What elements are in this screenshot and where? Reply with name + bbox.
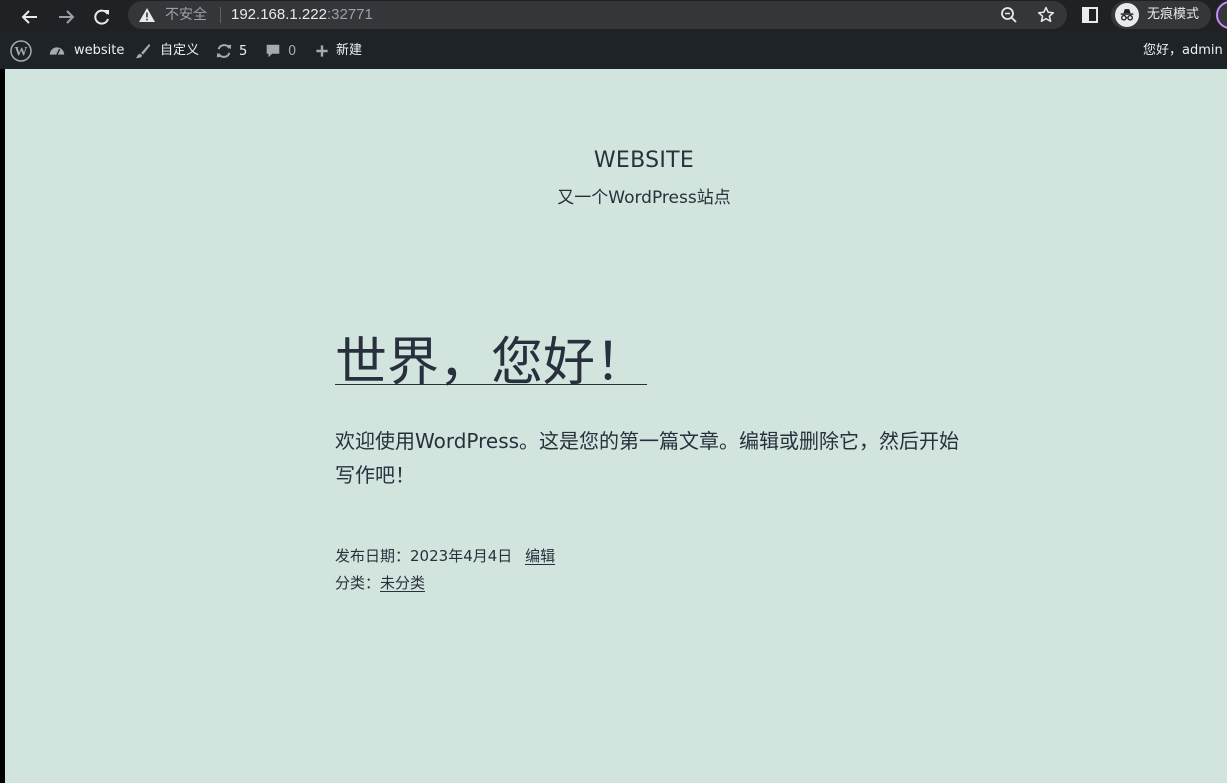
bookmark-star-icon[interactable]: [1037, 6, 1055, 24]
comment-bubble-icon: [266, 44, 280, 58]
edit-post-link[interactable]: 编辑: [525, 547, 555, 565]
site-name-label: website: [74, 43, 125, 58]
url-port: :32771: [326, 6, 373, 23]
post-content: 欢迎使用WordPress。这是您的第一篇文章。编辑或删除它，然后开始写作吧！: [335, 429, 960, 487]
address-separator: [220, 7, 221, 23]
admin-bar-updates[interactable]: 5: [215, 33, 247, 69]
svg-text:W: W: [15, 44, 28, 59]
customize-label: 自定义: [160, 43, 200, 58]
category-link[interactable]: 未分类: [380, 574, 425, 592]
forward-arrow-icon[interactable]: [53, 4, 79, 30]
post-date: 2023年4月4日: [410, 547, 513, 565]
warning-icon[interactable]: [138, 7, 156, 23]
url-host: 192.168.1.222: [231, 6, 327, 23]
category-prefix: 分类：: [335, 574, 381, 592]
greeting-label: 您好，admin: [1143, 43, 1223, 58]
plus-icon: [316, 45, 328, 57]
date-prefix: 发布日期：: [335, 547, 411, 565]
post-meta-category: 分类：未分类: [335, 573, 425, 593]
back-arrow-icon[interactable]: [17, 4, 43, 30]
incognito-label: 无痕模式: [1147, 7, 1200, 22]
incognito-icon: [1115, 3, 1139, 27]
address-bar[interactable]: 不安全 192.168.1.222:32771: [128, 1, 1067, 29]
admin-bar-site-link[interactable]: website: [48, 33, 124, 69]
side-panel-icon[interactable]: [1081, 6, 1099, 24]
dashboard-icon: [49, 47, 65, 55]
admin-bar-new[interactable]: 新建: [314, 33, 362, 69]
updates-icon: [216, 44, 232, 58]
browser-toolbar: 不安全 192.168.1.222:32771 无痕模式: [0, 0, 1227, 33]
site-description: 又一个WordPress站点: [557, 188, 731, 208]
updates-count: 5: [239, 43, 248, 59]
post-title-link[interactable]: 世界，您好！: [335, 333, 647, 393]
incognito-chip[interactable]: 无痕模式: [1111, 1, 1211, 29]
reload-icon[interactable]: [89, 4, 115, 30]
wordpress-logo-icon[interactable]: W: [10, 33, 32, 69]
security-status-label[interactable]: 不安全: [165, 6, 207, 24]
admin-bar-customize[interactable]: 自定义: [134, 33, 199, 69]
new-label: 新建: [336, 43, 363, 58]
url-text[interactable]: 192.168.1.222:32771: [231, 5, 373, 24]
comments-count: 0: [288, 43, 297, 59]
paintbrush-icon: [135, 43, 151, 59]
site-page: WEBSITE 又一个WordPress站点 世界，您好！ 欢迎使用WordPr…: [5, 69, 1227, 783]
post-meta-date: 发布日期：2023年4月4日 编辑: [335, 546, 555, 566]
site-title[interactable]: WEBSITE: [5, 148, 1227, 173]
wp-admin-bar: W website 自定义 5 0 新建 您好，admin: [0, 33, 1227, 69]
zoom-icon[interactable]: [1000, 6, 1018, 24]
admin-bar-comments[interactable]: 0: [264, 33, 296, 69]
profile-avatar[interactable]: [1216, 1, 1227, 29]
admin-bar-account[interactable]: 您好，admin: [1143, 33, 1223, 69]
